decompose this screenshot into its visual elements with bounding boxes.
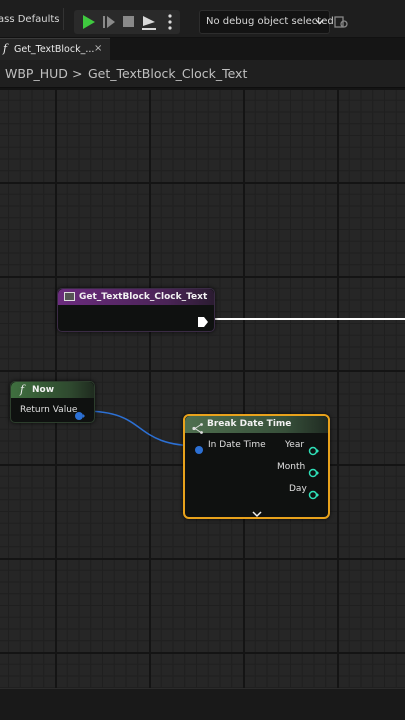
play-icon[interactable]: [78, 10, 98, 34]
toolbar-divider: [63, 8, 64, 30]
exec-out-pin[interactable]: [197, 313, 209, 332]
year-label: Year: [285, 440, 305, 450]
breadcrumb-current: Get_TextBlock_Clock_Text: [88, 66, 248, 81]
month-label: Month: [277, 462, 306, 472]
month-pin[interactable]: [308, 463, 320, 482]
status-bar: [0, 688, 405, 720]
advance-frame-icon[interactable]: [99, 10, 119, 34]
year-pin[interactable]: [308, 441, 320, 460]
return-value-pin[interactable]: [74, 406, 86, 425]
chevron-down-icon: [315, 17, 324, 29]
breadcrumb-separator: >: [72, 66, 83, 81]
node-title: Break Date Time: [207, 419, 292, 429]
document-tab-bar: f Get_TextBlock_... ×: [0, 38, 405, 60]
stop-icon[interactable]: [119, 10, 139, 34]
tab-label: Get_TextBlock_...: [14, 44, 95, 55]
break-date-time-node[interactable]: Break Date Time In Date Time Year Month …: [183, 414, 330, 519]
now-node[interactable]: f Now Return Value: [10, 381, 95, 423]
in-date-time-pin[interactable]: [194, 440, 205, 459]
breadcrumb: WBP_HUD > Get_TextBlock_Clock_Text: [0, 60, 405, 88]
blueprint-graph-canvas[interactable]: Get_TextBlock_Clock_Text f Now Return Va…: [0, 88, 405, 688]
tab-get-textblock[interactable]: f Get_TextBlock_... ×: [0, 38, 110, 60]
function-entry-icon: [64, 292, 75, 301]
break-struct-icon: [192, 419, 203, 438]
expand-chevron-icon[interactable]: [252, 503, 262, 522]
day-label: Day: [289, 484, 307, 494]
eject-icon[interactable]: [139, 10, 159, 34]
return-value-label: Return Value: [20, 405, 78, 415]
function-entry-node[interactable]: Get_TextBlock_Clock_Text: [57, 288, 215, 332]
in-date-time-label: In Date Time: [208, 440, 266, 450]
breadcrumb-root[interactable]: WBP_HUD: [5, 66, 68, 81]
toolbar: ass Defaults No debug object selected: [0, 0, 405, 38]
function-icon: f: [3, 42, 8, 55]
close-icon[interactable]: ×: [94, 43, 102, 54]
more-options-icon[interactable]: [160, 10, 180, 34]
class-defaults-button[interactable]: ass Defaults: [0, 14, 59, 25]
node-title: Now: [32, 385, 55, 395]
debug-find-icon[interactable]: [334, 14, 348, 28]
day-pin[interactable]: [308, 485, 320, 504]
debug-object-select[interactable]: No debug object selected: [199, 10, 334, 34]
function-icon: f: [20, 383, 25, 396]
play-controls: [74, 10, 180, 34]
node-title: Get_TextBlock_Clock_Text: [79, 292, 208, 302]
